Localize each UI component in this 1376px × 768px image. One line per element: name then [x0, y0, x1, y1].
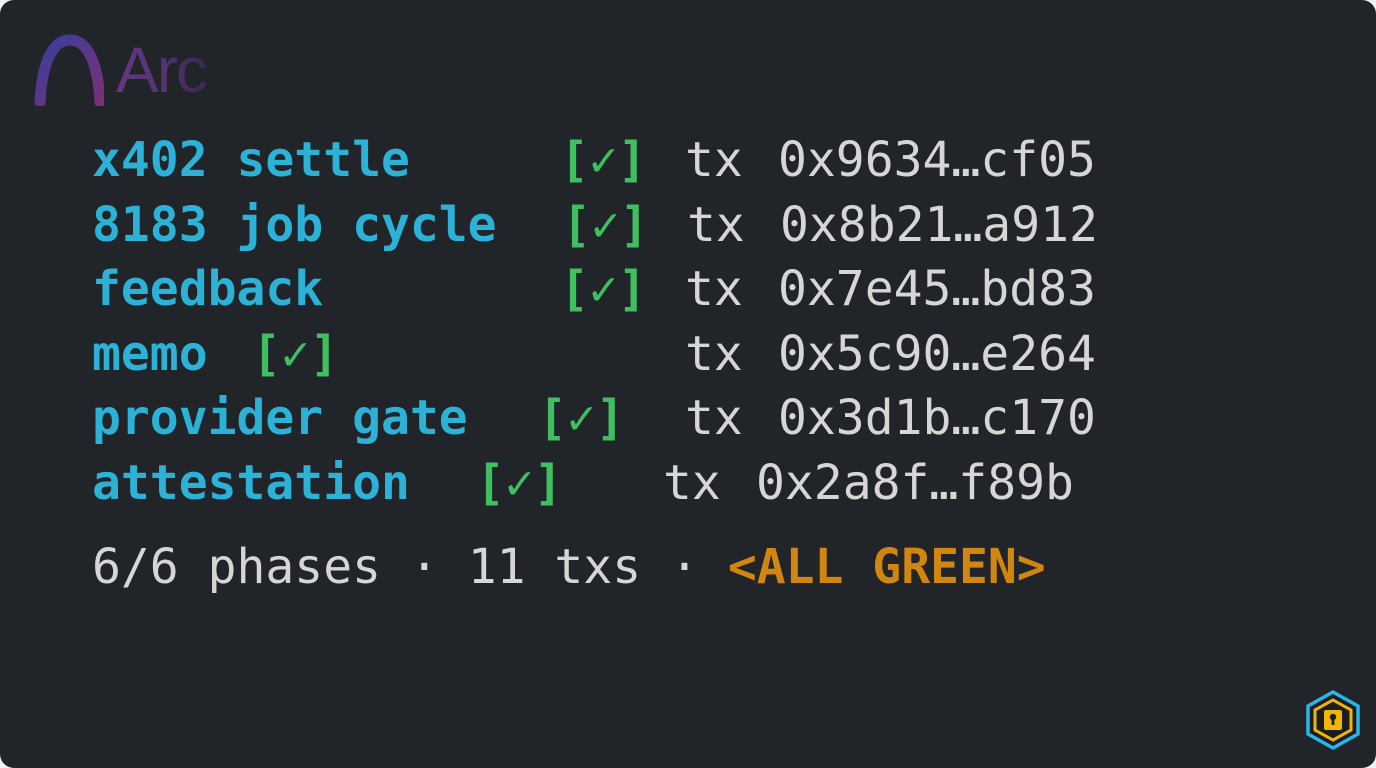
phase-name: memo — [92, 325, 208, 382]
phase-name: x402 settle — [92, 132, 410, 188]
tx-prefix: tx — [685, 390, 743, 446]
hexagon-keyhole-icon — [1306, 690, 1360, 750]
check-status: [✓] — [252, 325, 339, 382]
phase-row: x402 settle [✓] tx 0x9634…cf05 — [92, 128, 1096, 193]
tx-hash: 0x3d1b…c170 — [778, 390, 1096, 446]
check-status: [✓] — [538, 390, 625, 446]
arc-logo: Arc — [34, 32, 208, 108]
separator: · — [409, 539, 439, 595]
phase-name: attestation — [92, 454, 410, 511]
tx-hash: 0x8b21…a912 — [780, 196, 1098, 253]
check-status: [✓] — [560, 261, 647, 317]
phase-name: 8183 job cycle — [92, 196, 497, 253]
phase-list: x402 settle [✓] tx 0x9634…cf05 8183 job … — [92, 128, 1098, 516]
phase-row: memo [✓] tx 0x5c90…e264 — [92, 322, 1096, 387]
phase-row: attestation [✓] tx 0x2a8f…f89b — [92, 451, 1074, 516]
tx-prefix: tx — [685, 132, 743, 188]
summary-line: 6/6 phases · 11 txs · <ALL GREEN> — [92, 535, 1046, 599]
tx-prefix: tx — [685, 325, 743, 382]
separator: · — [670, 539, 699, 595]
phase-row: 8183 job cycle [✓] tx 0x8b21…a912 — [92, 193, 1098, 258]
tx-hash: 0x2a8f…f89b — [756, 454, 1074, 511]
arc-logo-icon — [34, 34, 104, 106]
phase-name: feedback — [92, 261, 324, 317]
check-status: [✓] — [476, 454, 563, 511]
tx-hash: 0x7e45…bd83 — [778, 261, 1096, 317]
tx-hash: 0x5c90…e264 — [778, 325, 1096, 382]
tx-prefix: tx — [663, 454, 721, 511]
brand-name: Arc — [116, 34, 208, 106]
tx-prefix: tx — [687, 196, 745, 253]
phase-count: 6/6 phases — [92, 539, 381, 595]
terminal-screen: Arc x402 settle [✓] tx 0x9634…cf05 8183 … — [0, 0, 1376, 768]
tx-count: 11 txs — [467, 539, 642, 595]
tx-prefix: tx — [685, 261, 743, 317]
check-status: [✓] — [562, 196, 649, 253]
overall-status: <ALL GREEN> — [727, 539, 1046, 595]
tx-hash: 0x9634…cf05 — [778, 132, 1096, 188]
phase-name: provider gate — [92, 390, 468, 446]
check-status: [✓] — [560, 132, 647, 188]
phase-row: feedback [✓] tx 0x7e45…bd83 — [92, 257, 1096, 322]
phase-row: provider gate [✓] tx 0x3d1b…c170 — [92, 386, 1096, 451]
